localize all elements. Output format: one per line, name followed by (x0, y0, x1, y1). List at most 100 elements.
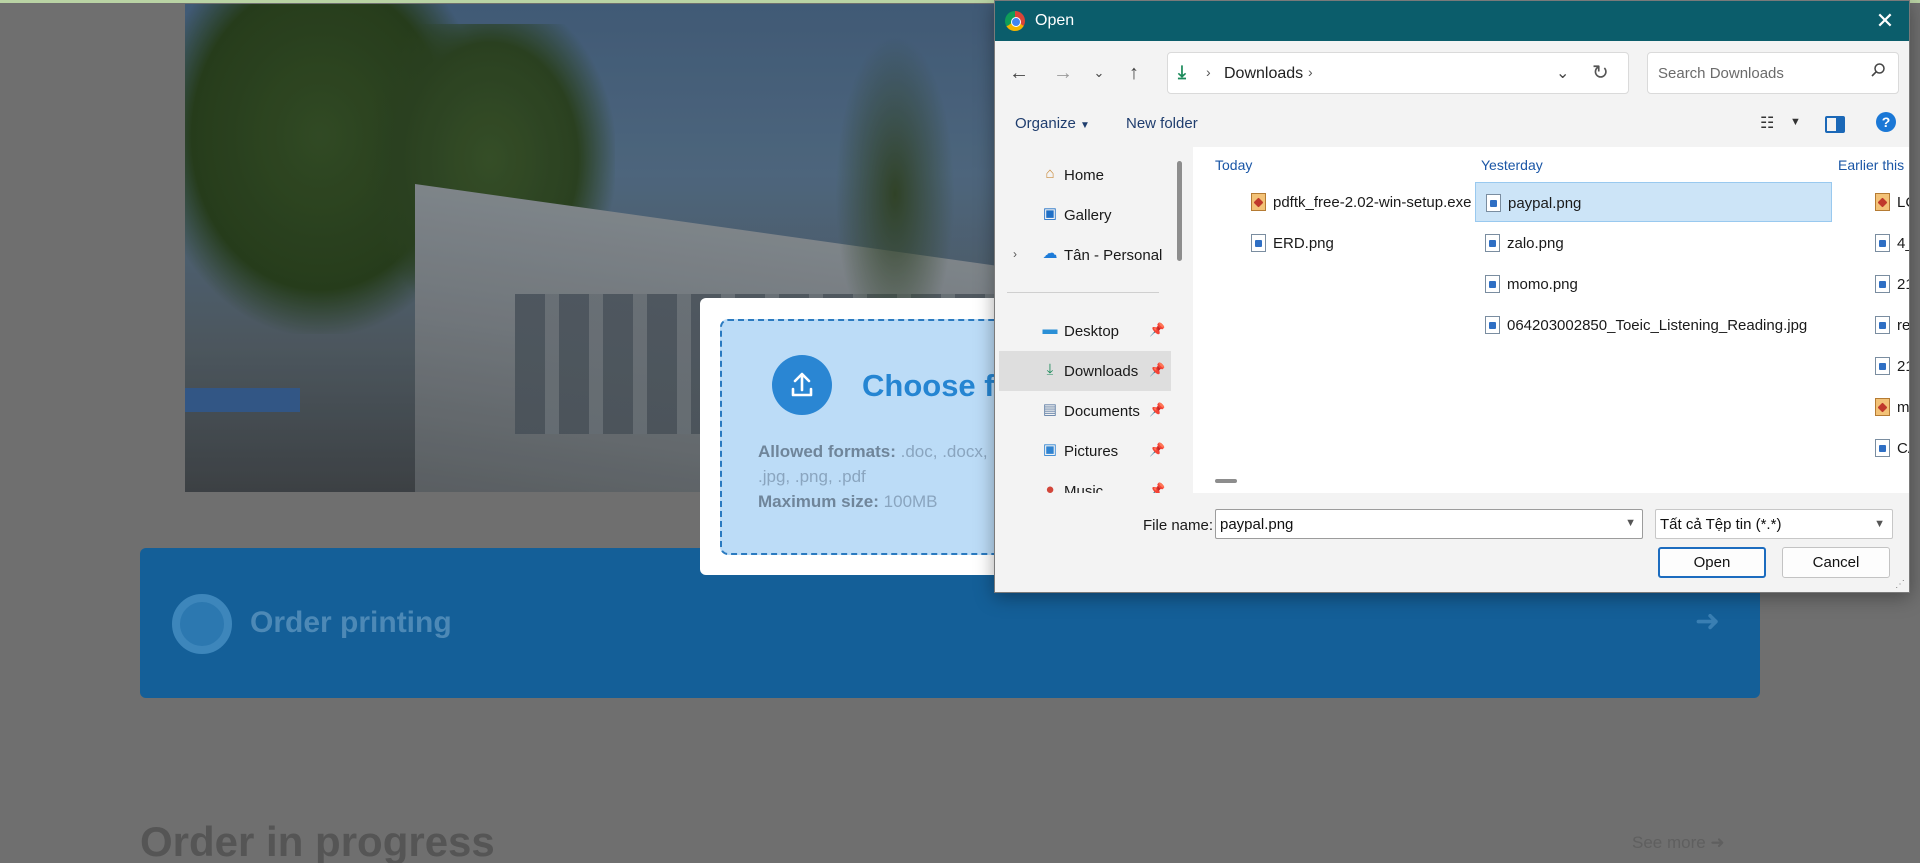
file-item-partial[interactable]: 4_ (1865, 223, 1909, 263)
breadcrumb-chevron-icon[interactable]: › (1308, 64, 1313, 80)
file-type-value: Tất cả Tệp tin (*.*) (1660, 516, 1782, 533)
file-item-partial[interactable]: m (1865, 387, 1910, 427)
organize-button[interactable]: Organize ▼ (1015, 115, 1090, 132)
nav-item-label: Desktop (1064, 323, 1120, 340)
pin-icon: 📌 (1149, 322, 1166, 337)
nav-item-label: Pictures (1064, 443, 1119, 460)
allowed-formats-line2: .jpg, .png, .pdf (758, 467, 866, 486)
up-arrow-icon[interactable]: ↑ (1120, 59, 1148, 87)
file-item-partial[interactable]: 21 (1865, 264, 1909, 304)
resize-grip-icon[interactable]: ⋰ (1895, 579, 1905, 590)
nav-pane-scrollbar[interactable] (1177, 161, 1182, 261)
file-name: 064203002850_Toeic_Listening_Reading.jpg (1507, 317, 1808, 334)
dialog-titlebar[interactable]: Open ✕ (995, 1, 1909, 41)
pin-icon: 📌 (1149, 442, 1166, 457)
file-item-partial[interactable]: LC (1865, 182, 1909, 222)
chrome-icon (1005, 11, 1025, 31)
file-name-dropdown-icon[interactable]: ▼ (1625, 517, 1636, 529)
nav-item-label: Downloads (1064, 363, 1139, 380)
caret-down-icon: ▼ (1080, 120, 1090, 131)
group-header-earlier[interactable]: Earlier this (1838, 157, 1904, 173)
breadcrumb-downloads[interactable]: Downloads (1224, 65, 1303, 83)
search-icon (1871, 63, 1885, 77)
file-item[interactable]: zalo.png (1475, 223, 1832, 263)
file-icon (1875, 398, 1890, 416)
view-dropdown-icon[interactable]: ▼ (1790, 116, 1801, 128)
image-file-icon (1485, 275, 1500, 293)
refresh-icon[interactable]: ↻ (1592, 60, 1609, 85)
file-name: paypal.png (1508, 195, 1582, 212)
allowed-formats-value: .doc, .docx, (895, 442, 988, 461)
new-folder-button[interactable]: New folder (1126, 115, 1198, 132)
nav-item-pictures[interactable]: ▣ Pictures 📌 (999, 431, 1171, 471)
nav-item-documents[interactable]: ▤ Documents 📌 (999, 391, 1171, 431)
file-icon (1875, 316, 1890, 334)
navigation-pane: ⌂ Home ▣ Gallery › ☁ Tân - Personal ▬ De… (995, 147, 1175, 493)
close-icon[interactable]: ✕ (1871, 7, 1899, 35)
nav-item-music[interactable]: ● Music 📌 (999, 471, 1171, 493)
group-header-today[interactable]: Today (1215, 157, 1252, 173)
image-file-icon (1486, 194, 1501, 212)
help-icon[interactable]: ? (1876, 112, 1896, 132)
cloud-icon: ☁ (1042, 245, 1058, 262)
back-arrow-icon[interactable]: ← (1005, 59, 1033, 87)
nav-item-downloads[interactable]: ⤓ Downloads 📌 (999, 351, 1171, 391)
file-icon (1875, 275, 1890, 293)
open-button[interactable]: Open (1658, 547, 1766, 578)
see-more-link[interactable]: See more ➜ (1632, 833, 1725, 853)
file-item-partial[interactable]: 21 (1865, 346, 1909, 386)
view-options-icon[interactable]: ☷ (1760, 113, 1774, 133)
nav-item-onedrive[interactable]: › ☁ Tân - Personal (999, 235, 1171, 275)
pin-icon: 📌 (1149, 402, 1166, 417)
gallery-icon: ▣ (1042, 205, 1058, 222)
file-dropzone[interactable]: Choose f Allowed formats: .doc, .docx, .… (720, 319, 1040, 555)
nav-item-label: Gallery (1064, 207, 1112, 224)
home-icon: ⌂ (1045, 165, 1055, 182)
command-bar: Organize ▼ New folder ☷ ▼ (995, 103, 1909, 145)
nav-item-desktop[interactable]: ▬ Desktop 📌 (999, 311, 1171, 351)
breadcrumb-separator-icon[interactable]: › (1206, 64, 1211, 80)
file-name: pdftk_free-2.02-win-setup.exe (1273, 194, 1472, 211)
preview-pane-icon[interactable] (1825, 116, 1845, 133)
order-in-progress-title: Order in progress (140, 818, 495, 863)
desktop-icon: ▬ (1042, 321, 1058, 338)
file-item[interactable]: momo.png (1475, 264, 1832, 304)
file-name: ERD.png (1273, 235, 1334, 252)
image-file-icon (1251, 234, 1266, 252)
expand-chevron-icon[interactable]: › (1013, 247, 1017, 261)
group-header-yesterday[interactable]: Yesterday (1481, 157, 1543, 173)
file-name: momo.png (1507, 276, 1578, 293)
forward-arrow-icon[interactable]: → (1049, 59, 1077, 87)
file-name: re (1897, 317, 1910, 334)
horizontal-scrollbar[interactable] (1215, 479, 1237, 483)
file-name: m (1897, 399, 1910, 416)
nav-item-label: Home (1064, 167, 1105, 184)
file-name-input[interactable]: paypal.png ▼ (1215, 509, 1643, 539)
file-name: 21 (1897, 358, 1909, 375)
max-size-line: Maximum size: 100MB (758, 489, 988, 514)
nav-item-home[interactable]: ⌂ Home (999, 155, 1171, 195)
address-dropdown-icon[interactable]: ⌄ (1556, 63, 1569, 83)
address-bar[interactable]: ⤓ › Downloads › ⌄ ↻ (1167, 52, 1629, 94)
file-name: LC (1897, 194, 1909, 211)
file-name: CA (1897, 440, 1909, 457)
file-item-partial[interactable]: CA (1865, 428, 1909, 468)
file-name: 4_ (1897, 235, 1909, 252)
order-printing-icon (172, 594, 232, 654)
file-item[interactable]: pdftk_free-2.02-win-setup.exe (1241, 182, 1471, 222)
recent-locations-chevron-icon[interactable]: ⌄ (1085, 59, 1113, 87)
file-type-select[interactable]: Tất cả Tệp tin (*.*) ▼ (1655, 509, 1893, 539)
file-item-partial[interactable]: re (1865, 305, 1910, 345)
pin-icon: 📌 (1149, 482, 1166, 493)
file-icon (1875, 234, 1890, 252)
file-item-selected[interactable]: paypal.png (1475, 182, 1832, 222)
file-item[interactable]: ERD.png (1241, 223, 1471, 263)
search-placeholder: Search Downloads (1658, 65, 1784, 82)
cancel-button[interactable]: Cancel (1782, 547, 1890, 578)
installer-file-icon (1251, 193, 1266, 211)
image-file-icon (1485, 234, 1500, 252)
file-item[interactable]: 064203002850_Toeic_Listening_Reading.jpg (1475, 305, 1832, 345)
choose-file-label[interactable]: Choose f (862, 368, 995, 404)
search-input[interactable]: Search Downloads (1647, 52, 1899, 94)
nav-item-gallery[interactable]: ▣ Gallery (999, 195, 1171, 235)
